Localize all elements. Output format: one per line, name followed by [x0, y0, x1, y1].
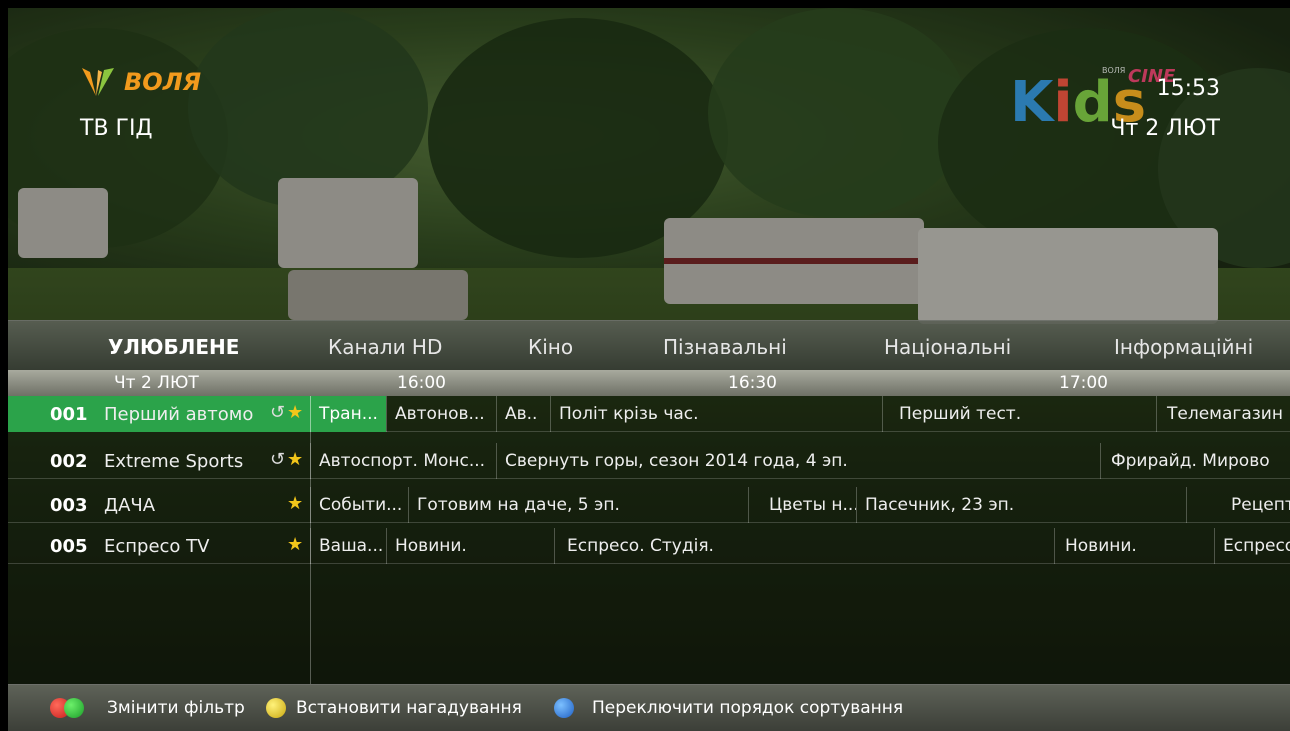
tv-guide-screen: ВОЛЯ ТВ ГІД Kids ВОЛЯ CINE 15:53 Чт 2 ЛЮ…: [8, 8, 1290, 731]
ruler-time-1600: 16:00: [397, 373, 446, 393]
current-date: Чт 2 ЛЮТ: [1110, 116, 1220, 141]
channel-logo-small: ВОЛЯ: [1102, 66, 1126, 75]
page-title: ТВ ГІД: [80, 116, 153, 141]
set-reminder-hint: Встановити нагадування: [296, 698, 522, 718]
program-cell[interactable]: Готовим на даче, 5 эп.: [408, 487, 748, 523]
toggle-sort-hint: Переключити порядок сортування: [592, 698, 904, 718]
tab-educational[interactable]: Пізнавальні: [663, 335, 787, 359]
brand-name: ВОЛЯ: [124, 68, 202, 96]
program-cell[interactable]: Перший тест.: [882, 396, 1156, 432]
repeat-icon: ↺: [270, 402, 286, 423]
time-ruler: Чт 2 ЛЮТ 16:00 16:30 17:00: [8, 370, 1290, 396]
program-cell[interactable]: Событи...: [310, 487, 408, 523]
favorite-star-icon: ★: [287, 402, 304, 423]
ruler-time-1630: 16:30: [728, 373, 777, 393]
program-cell[interactable]: Новини.: [386, 528, 554, 564]
tab-hd-channels[interactable]: Канали HD: [328, 335, 442, 359]
channel-number: 005: [50, 536, 88, 557]
epg-grid: 001 Перший автомо ↺ ★ Тран... Автонов...…: [8, 396, 1290, 684]
program-cell[interactable]: Новини.: [1054, 528, 1214, 564]
channel-row[interactable]: 002 Extreme Sports ↺ ★ Автоспорт. Монс..…: [8, 443, 1290, 479]
channel-number: 003: [50, 495, 88, 516]
program-cell[interactable]: Телемагазин: [1156, 396, 1290, 432]
program-cell[interactable]: Еспресо. Студія.: [554, 528, 1054, 564]
channel-name: Еспресо TV: [104, 536, 210, 557]
tab-information[interactable]: Інформаційні: [1114, 335, 1253, 359]
grid-divider: [310, 396, 311, 684]
program-cell[interactable]: Цветы н...: [748, 487, 856, 523]
program-cell[interactable]: Політ крізь час.: [550, 396, 882, 432]
channel-name: Extreme Sports: [104, 451, 244, 472]
ruler-date: Чт 2 ЛЮТ: [114, 373, 199, 393]
change-filter-hint: Змінити фільтр: [107, 698, 245, 718]
program-cell[interactable]: Фрирайд. Мирово: [1100, 443, 1290, 479]
channel-number: 001: [50, 404, 88, 425]
volya-logo: ВОЛЯ: [78, 64, 201, 100]
program-cell[interactable]: Ав...: [496, 396, 538, 432]
footer-hints: Змінити фільтр Встановити нагадування Пе…: [8, 684, 1290, 731]
program-cell[interactable]: Ваша...: [310, 528, 386, 564]
channel-row[interactable]: 003 ДАЧА ★ Событи... Готовим на даче, 5 …: [8, 487, 1290, 523]
channel-row[interactable]: 001 Перший автомо ↺ ★ Тран... Автонов...…: [8, 396, 1290, 432]
clock: 15:53: [1156, 76, 1220, 101]
volya-logo-icon: [82, 68, 114, 96]
favorite-star-icon: ★: [287, 534, 304, 555]
channel-number: 002: [50, 451, 88, 472]
program-cell[interactable]: Рецепт: [1186, 487, 1290, 523]
channel-row[interactable]: 005 Еспресо TV ★ Ваша... Новини. Еспресо…: [8, 528, 1290, 564]
channel-cell[interactable]: 001 Перший автомо ↺ ★: [8, 396, 310, 432]
channel-name: ДАЧА: [104, 495, 156, 516]
program-cell[interactable]: Автоспорт. Монс...: [310, 443, 496, 479]
channel-name: Перший автомо: [104, 404, 254, 425]
favorite-star-icon: ★: [287, 449, 304, 470]
channel-cell[interactable]: 005 Еспресо TV ★: [8, 528, 310, 564]
program-cell[interactable]: Еспресо: [1214, 528, 1290, 564]
yellow-button-icon[interactable]: [266, 698, 286, 718]
category-tabs: УЛЮБЛЕНЕ Канали HD Кіно Пізнавальні Наці…: [8, 320, 1290, 370]
program-cell[interactable]: Пасечник, 23 эп.: [856, 487, 1186, 523]
tab-favorites[interactable]: УЛЮБЛЕНЕ: [108, 335, 239, 359]
repeat-icon: ↺: [270, 449, 286, 470]
tab-national[interactable]: Національні: [884, 335, 1011, 359]
program-cell[interactable]: Тран...: [310, 396, 386, 432]
ruler-time-1700: 17:00: [1059, 373, 1108, 393]
channel-cell[interactable]: 003 ДАЧА ★: [8, 487, 310, 523]
favorite-star-icon: ★: [287, 493, 304, 514]
program-cell[interactable]: Автонов...: [386, 396, 496, 432]
tab-movies[interactable]: Кіно: [528, 335, 573, 359]
program-cell[interactable]: Свернуть горы, сезон 2014 года, 4 эп.: [496, 443, 1100, 479]
blue-button-icon[interactable]: [554, 698, 574, 718]
channel-cell[interactable]: 002 Extreme Sports ↺ ★: [8, 443, 310, 479]
green-button-icon[interactable]: [64, 698, 84, 718]
